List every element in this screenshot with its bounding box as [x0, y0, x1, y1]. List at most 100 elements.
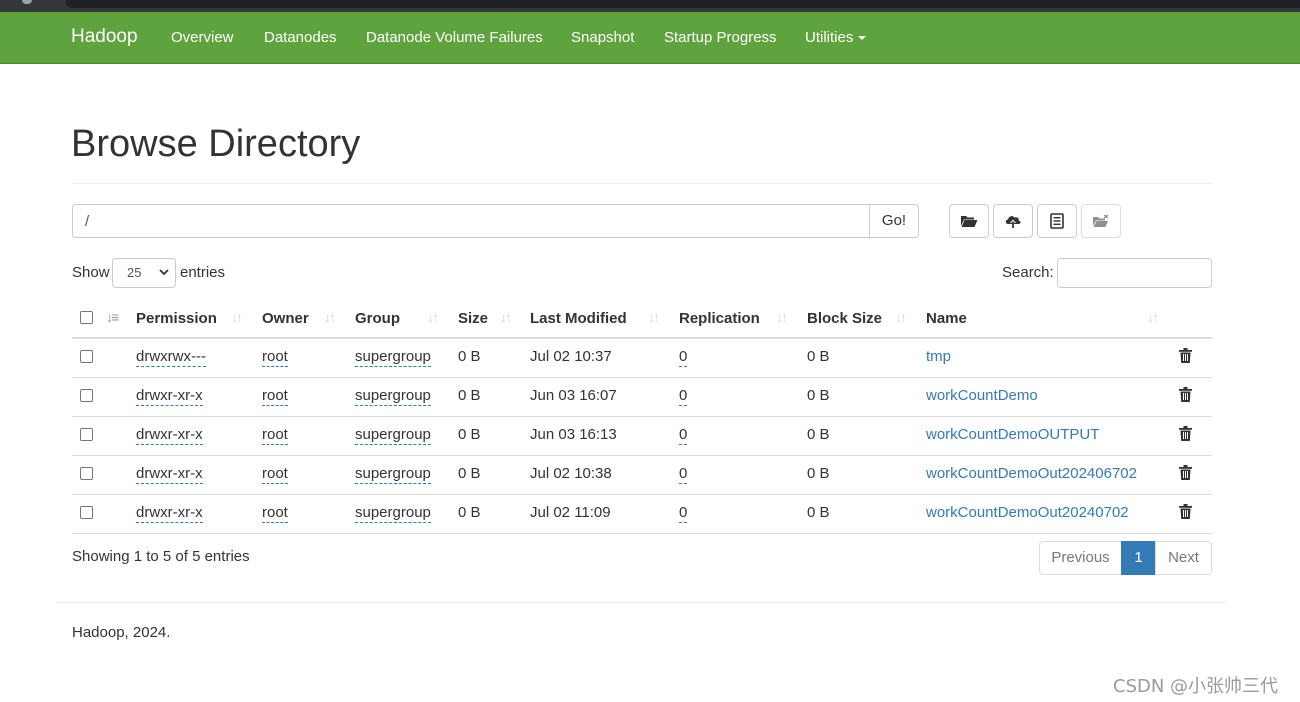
column-header-permission[interactable]: Permission — [136, 310, 217, 327]
next-page-button[interactable]: Next — [1155, 541, 1212, 575]
row-checkbox[interactable] — [80, 467, 93, 480]
group-cell[interactable]: supergroup — [355, 348, 431, 367]
owner-cell[interactable]: root — [262, 387, 288, 406]
sort-icon[interactable]: ↓↑ — [776, 309, 788, 325]
view-list-button[interactable] — [1037, 204, 1077, 238]
trash-icon[interactable] — [1179, 387, 1192, 402]
replication-cell[interactable]: 0 — [679, 465, 688, 484]
group-cell[interactable]: supergroup — [355, 504, 431, 523]
last-modified-cell: Jul 02 10:38 — [530, 465, 612, 482]
footer-text: Hadoop, 2024. — [72, 624, 171, 641]
row-divider — [72, 533, 1212, 534]
replication-cell[interactable]: 0 — [679, 387, 688, 406]
sort-icon[interactable]: ↓↑ — [324, 309, 336, 325]
navbar-brand[interactable]: Hadoop — [71, 26, 138, 48]
owner-cell[interactable]: root — [262, 504, 288, 523]
column-header-size[interactable]: Size — [458, 310, 488, 327]
permission-cell[interactable]: drwxrwx--- — [136, 348, 206, 367]
owner-cell[interactable]: root — [262, 348, 288, 367]
file-name-link[interactable]: workCountDemo — [926, 387, 1038, 404]
go-button[interactable]: Go! — [869, 204, 919, 238]
directory-path-input[interactable] — [72, 204, 870, 238]
replication-cell[interactable]: 0 — [679, 348, 688, 367]
permission-cell[interactable]: drwxr-xr-x — [136, 387, 203, 406]
last-modified-cell: Jun 03 16:07 — [530, 387, 617, 404]
entries-label: entries — [180, 264, 226, 281]
group-cell[interactable]: supergroup — [355, 465, 431, 484]
file-name-link[interactable]: workCountDemoOUTPUT — [926, 426, 1099, 443]
size-cell: 0 B — [458, 426, 481, 443]
row-divider — [72, 416, 1212, 417]
sort-amount-icon[interactable]: ↓≡ — [106, 309, 119, 325]
trash-icon[interactable] — [1179, 465, 1192, 480]
create-directory-button[interactable] — [949, 204, 989, 238]
file-name-link[interactable]: workCountDemoOut20240702 — [926, 504, 1129, 521]
cloud-upload-icon — [1005, 216, 1021, 228]
browser-top-strip — [0, 0, 1300, 12]
sort-icon[interactable]: ↓↑ — [427, 309, 439, 325]
trash-icon[interactable] — [1179, 504, 1192, 519]
upload-files-button[interactable] — [993, 204, 1033, 238]
group-cell[interactable]: supergroup — [355, 387, 431, 406]
select-all-checkbox[interactable] — [80, 311, 93, 324]
size-cell: 0 B — [458, 465, 481, 482]
last-modified-cell: Jul 02 11:09 — [530, 504, 611, 521]
file-name-link[interactable]: workCountDemoOut202406702 — [926, 465, 1137, 482]
show-label: Show — [72, 264, 110, 281]
column-header-name[interactable]: Name — [926, 310, 967, 327]
page-length-select[interactable]: 25 — [112, 258, 176, 288]
footer-divider — [57, 602, 1227, 603]
permission-cell[interactable]: drwxr-xr-x — [136, 426, 203, 445]
search-label: Search: — [1002, 264, 1054, 281]
sort-icon[interactable]: ↓↑ — [895, 309, 907, 325]
owner-cell[interactable]: root — [262, 465, 288, 484]
block-size-cell: 0 B — [807, 387, 830, 404]
table-info: Showing 1 to 5 of 5 entries — [72, 548, 250, 565]
chevron-down-icon — [159, 269, 169, 276]
column-header-last-modified[interactable]: Last Modified — [530, 310, 627, 327]
column-header-owner[interactable]: Owner — [262, 310, 309, 327]
row-divider — [72, 455, 1212, 456]
replication-cell[interactable]: 0 — [679, 426, 688, 445]
column-header-block-size[interactable]: Block Size — [807, 310, 882, 327]
block-size-cell: 0 B — [807, 504, 830, 521]
sort-icon[interactable]: ↓↑ — [500, 309, 512, 325]
page-title: Browse Directory — [71, 123, 361, 165]
search-input[interactable] — [1057, 258, 1212, 288]
last-modified-cell: Jun 03 16:13 — [530, 426, 617, 443]
row-checkbox[interactable] — [80, 506, 93, 519]
page-1-button[interactable]: 1 — [1121, 541, 1156, 575]
block-size-cell: 0 B — [807, 426, 830, 443]
last-modified-cell: Jul 02 10:37 — [530, 348, 612, 365]
nav-item-datanodes[interactable]: Datanodes — [264, 29, 337, 46]
nav-item-snapshot[interactable]: Snapshot — [571, 29, 634, 46]
sort-icon[interactable]: ↓↑ — [648, 309, 660, 325]
file-name-link[interactable]: tmp — [926, 348, 951, 365]
cut-paste-button[interactable] — [1081, 204, 1121, 238]
replication-cell[interactable]: 0 — [679, 504, 688, 523]
folder-open-icon — [961, 216, 978, 227]
row-checkbox[interactable] — [80, 389, 93, 402]
owner-cell[interactable]: root — [262, 426, 288, 445]
row-checkbox[interactable] — [80, 350, 93, 363]
browser-address-bar-edge — [66, 0, 1300, 8]
browser-control — [22, 0, 32, 4]
group-cell[interactable]: supergroup — [355, 426, 431, 445]
list-alt-icon — [1050, 213, 1064, 229]
navbar: Hadoop Overview Datanodes Datanode Volum… — [0, 12, 1300, 64]
trash-icon[interactable] — [1179, 348, 1192, 363]
column-header-replication[interactable]: Replication — [679, 310, 760, 327]
trash-icon[interactable] — [1179, 426, 1192, 441]
permission-cell[interactable]: drwxr-xr-x — [136, 504, 203, 523]
sort-icon[interactable]: ↓↑ — [1147, 309, 1159, 325]
permission-cell[interactable]: drwxr-xr-x — [136, 465, 203, 484]
nav-item-startup-progress[interactable]: Startup Progress — [664, 29, 777, 46]
nav-item-utilities-label: Utilities — [805, 29, 854, 46]
nav-item-overview[interactable]: Overview — [171, 29, 234, 46]
nav-item-utilities[interactable]: Utilities — [805, 29, 867, 46]
column-header-group[interactable]: Group — [355, 310, 400, 327]
sort-icon[interactable]: ↓↑ — [231, 309, 243, 325]
row-checkbox[interactable] — [80, 428, 93, 441]
previous-page-button[interactable]: Previous — [1039, 541, 1122, 575]
nav-item-datanode-volume-failures[interactable]: Datanode Volume Failures — [366, 29, 543, 46]
